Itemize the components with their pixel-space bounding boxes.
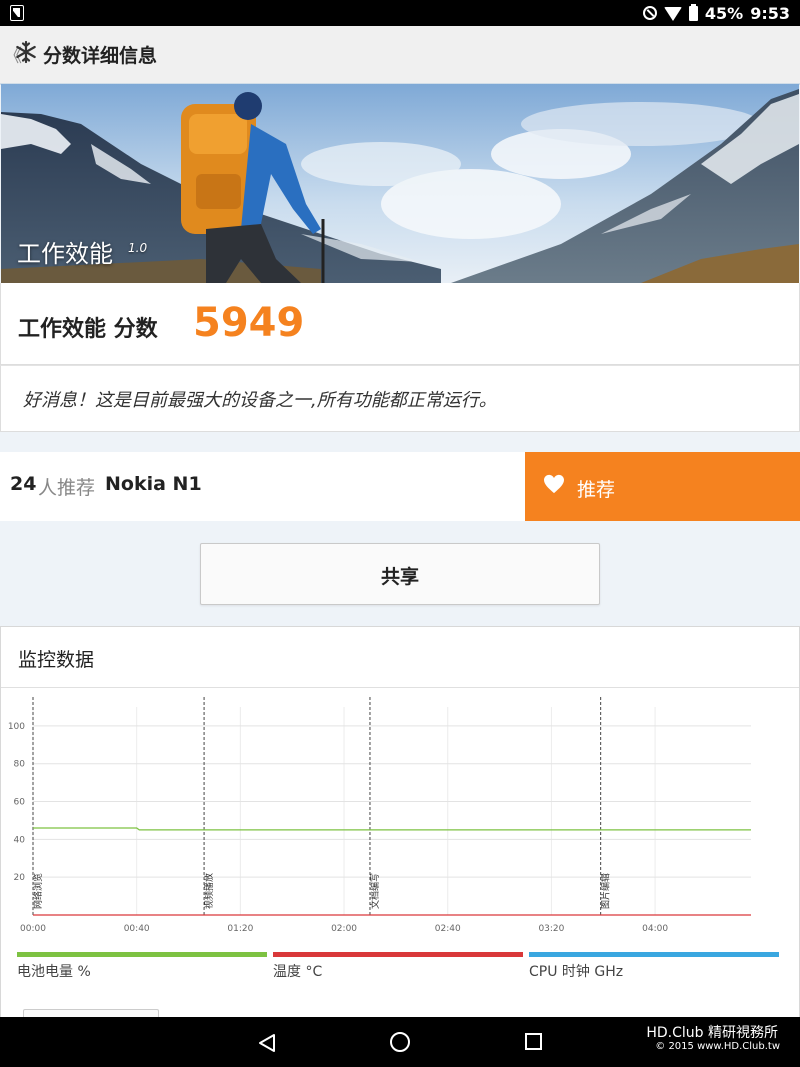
series-line-0: [33, 827, 751, 831]
wifi-icon: [663, 7, 682, 21]
x-tick-label: 04:00: [642, 924, 668, 934]
x-tick-label: 00:40: [124, 924, 150, 934]
phase-marker-label: 视频播放: [203, 873, 215, 909]
hero-title: 工作效能: [17, 240, 113, 268]
score-card: 工作效能 分数 5949: [0, 283, 800, 365]
monitoring-title: 监控数据: [18, 649, 95, 671]
y-tick-label: 80: [14, 760, 26, 770]
recommend-bar: 24 人推荐 Nokia N1: [0, 452, 525, 521]
hero-banner: 工作效能 1.0: [1, 84, 799, 283]
x-tick-label: 02:00: [331, 924, 357, 934]
legend-temperature: 温度 °C: [273, 952, 523, 981]
x-tick-label: 02:40: [435, 924, 461, 934]
nav-back-icon[interactable]: [258, 1033, 276, 1053]
divider: [1, 687, 799, 688]
y-tick-label: 60: [14, 798, 26, 808]
heart-icon: [544, 474, 564, 494]
device-name: Nokia N1: [105, 473, 202, 495]
nav-recents-icon[interactable]: [525, 1033, 542, 1050]
recommend-count: 24: [10, 473, 37, 495]
recommend-button-label: 推荐: [577, 479, 616, 501]
y-tick-label: 20: [14, 873, 26, 883]
nav-home-icon[interactable]: [390, 1032, 410, 1052]
clock: 9:53: [750, 3, 790, 23]
do-not-disturb-icon: [642, 6, 657, 20]
y-tick-label: 100: [8, 722, 25, 732]
battery-percent: 45%: [704, 3, 744, 23]
legend-temperature-label: 温度 °C: [273, 964, 323, 980]
legend-temperature-swatch: [273, 952, 523, 957]
status-icons: 45% 9:53: [642, 0, 790, 26]
hero-image: [1, 84, 799, 283]
message-card: 好消息！这是目前最强大的设备之一,所有功能都正常运行。: [0, 365, 800, 432]
app-bar: 《 分数详细信息: [0, 26, 800, 85]
monitoring-chart: 20 40 60 80 100 00:00 00:40 01:20 02:00 02:40 03:2…: [8, 697, 751, 934]
watermark-title: HD.Club 精研視務所: [646, 1025, 778, 1041]
recommend-people-text: 人推荐: [38, 477, 96, 499]
legend-cpu: CPU 时钟 GHz: [529, 952, 779, 981]
legend-battery-swatch: [17, 952, 267, 957]
result-message: 好消息！这是目前最强大的设备之一,所有功能都正常运行。: [23, 390, 497, 411]
x-tick-label: 03:20: [538, 924, 564, 934]
legend-cpu-label: CPU 时钟 GHz: [529, 964, 624, 980]
watermark-copyright: © 2015 www.HD.Club.tw: [655, 1041, 780, 1052]
status-bar: 45% 9:53: [0, 0, 800, 26]
y-tick-label: 40: [14, 835, 26, 845]
phase-marker-label: 网络浏览: [32, 873, 44, 909]
notification-icon: [10, 5, 24, 21]
x-tick-label: 00:00: [20, 924, 46, 934]
share-button-label: 共享: [380, 566, 419, 588]
score-value: 5949: [193, 300, 305, 346]
hero-version: 1.0: [128, 241, 148, 255]
share-button[interactable]: 共享: [200, 543, 600, 605]
legend-cpu-swatch: [529, 952, 779, 957]
monitoring-card: 监控数据 20 40 60 80 100 00:00 00:40 01:20 02:00 02:4…: [0, 626, 800, 1028]
x-tick-label: 01:20: [227, 924, 253, 934]
snowflake-icon: [16, 40, 36, 64]
battery-icon: [688, 3, 698, 21]
phase-marker-label: 文档编写: [369, 873, 381, 909]
score-label: 工作效能 分数: [18, 317, 158, 342]
phase-marker-label: 图片编辑: [600, 873, 612, 909]
legend-battery-label: 电池电量 %: [17, 964, 91, 980]
page-title: 分数详细信息: [43, 45, 158, 67]
legend-battery: 电池电量 %: [17, 952, 267, 981]
navigation-bar: HD.Club 精研視務所 © 2015 www.HD.Club.tw: [0, 1017, 800, 1067]
recommend-button[interactable]: 推荐: [525, 452, 800, 521]
